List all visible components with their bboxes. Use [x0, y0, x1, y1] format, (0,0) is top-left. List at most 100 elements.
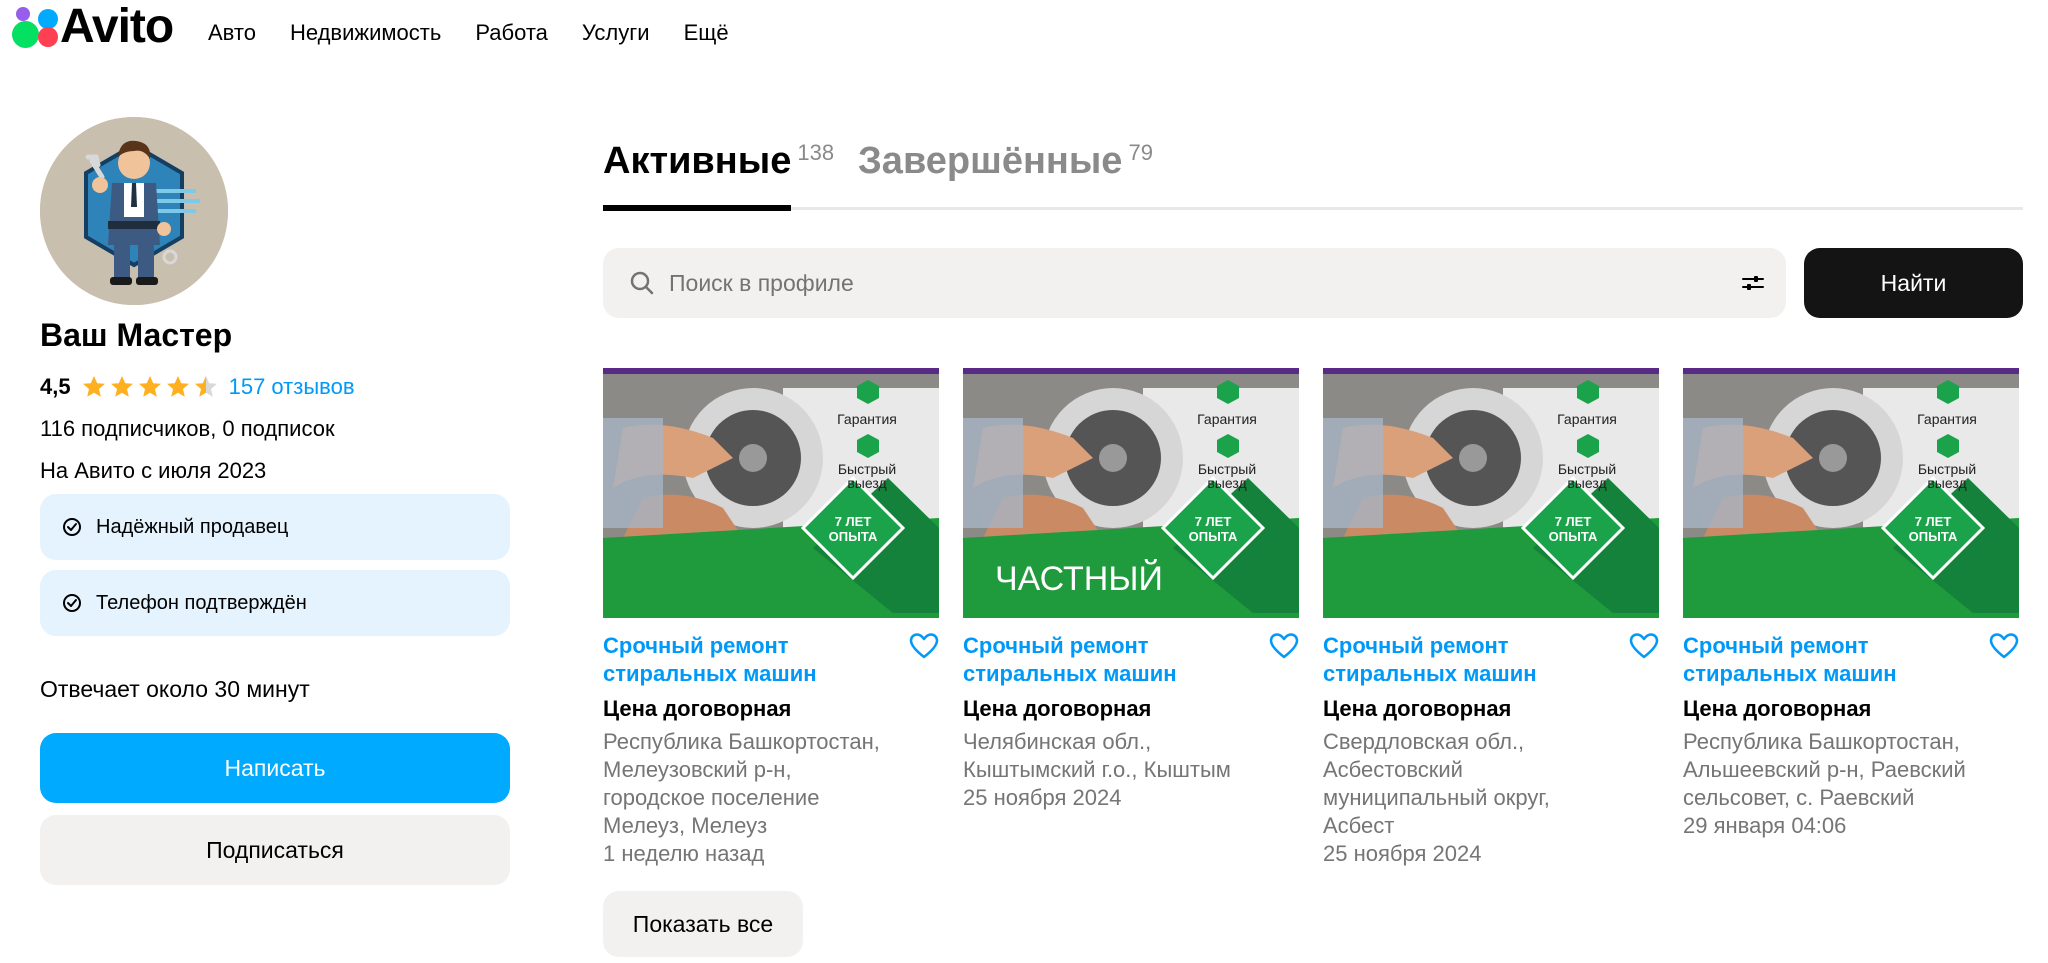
subscribe-button[interactable]: Подписаться — [40, 815, 510, 885]
image-text-years-1: 7 ЛЕТ — [1915, 514, 1952, 529]
logo-text: Avito — [60, 0, 174, 53]
tab-label: Активные — [603, 140, 792, 182]
listing-price: Цена договорная — [1323, 696, 1512, 721]
subscribers-count[interactable]: 116 подписчиков, 0 подписок — [40, 416, 510, 442]
image-text-guarantee: Гарантия — [1197, 411, 1257, 427]
nav-item-jobs[interactable]: Работа — [475, 20, 548, 46]
image-text-fast-2: выезд — [1567, 475, 1606, 491]
listing-address: Челябинская обл., Кыштымский г.о., Кыштым — [963, 728, 1299, 784]
listing-address: Свердловская обл., Асбестовский муниципаль… — [1323, 728, 1659, 840]
search-submit-button[interactable]: Найти — [1804, 248, 2023, 318]
nav-item-services[interactable]: Услуги — [582, 20, 650, 46]
listing-date: 29 января 04:06 — [1683, 813, 1847, 838]
image-text-years-2: ОПЫТА — [1549, 529, 1598, 544]
listing-card[interactable]: Гарантия Быстрый выезд 7 ЛЕТ ОПЫТА ЧАСТН… — [963, 368, 1299, 812]
search-icon — [630, 271, 654, 295]
show-all-button[interactable]: Показать все — [603, 891, 803, 957]
member-since: На Авито с июля 2023 — [40, 458, 267, 483]
listing-photo-image: Гарантия Быстрый выезд 7 ЛЕТ ОПЫТА ЧАСТН… — [603, 368, 939, 618]
listing-photo[interactable]: Гарантия Быстрый выезд 7 ЛЕТ ОПЫТА ЧАСТН… — [1683, 368, 2019, 618]
filter-sliders-icon[interactable] — [1741, 272, 1765, 294]
reviews-link[interactable]: 157 отзывов — [229, 374, 355, 400]
address-line: Челябинская обл., — [963, 729, 1152, 754]
tab-completed-listings[interactable]: Завершённые 79 — [858, 140, 1153, 183]
star-icon — [82, 376, 105, 397]
badge-label: Телефон подтверждён — [96, 591, 307, 614]
listing-title[interactable]: Срочный ремонт стиральных машин — [1683, 632, 1943, 688]
nav-item-auto[interactable]: Авто — [208, 20, 256, 46]
write-message-button[interactable]: Написать — [40, 733, 510, 803]
heart-icon[interactable] — [1989, 632, 2019, 660]
header: Avito Авто Недвижимость Работа Услуги Ещ… — [0, 0, 2048, 70]
profile-search-input[interactable] — [669, 248, 1689, 318]
tab-count: 79 — [1128, 140, 1153, 165]
listing-price: Цена договорная — [963, 696, 1152, 721]
listing-address: Республика Башкортостан, Альшеевский р-н,… — [1683, 728, 2019, 812]
listing-card[interactable]: Гарантия Быстрый выезд 7 ЛЕТ ОПЫТА ЧАСТН… — [1683, 368, 2019, 840]
profile-search-box — [603, 248, 1786, 318]
tab-active-listings[interactable]: Активные 138 — [603, 140, 834, 183]
image-text-private: ЧАСТНЫЙ — [995, 560, 1163, 598]
listing-price: Цена договорная — [603, 696, 792, 721]
listing-title[interactable]: Срочный ремонт стиральных машин — [1323, 632, 1583, 688]
badge-phone-verified[interactable]: Телефон подтверждён — [40, 570, 510, 636]
badge-reliable-seller[interactable]: Надёжный продавец — [40, 494, 510, 560]
tabs-divider — [603, 207, 2023, 210]
listing-photo[interactable]: Гарантия Быстрый выезд 7 ЛЕТ ОПЫТА ЧАСТН… — [963, 368, 1299, 618]
active-tab-indicator — [603, 205, 791, 211]
image-text-guarantee: Гарантия — [1557, 411, 1617, 427]
badge-label: Надёжный продавец — [96, 515, 289, 538]
seller-name: Ваш Мастер — [40, 317, 233, 353]
address-line: Асбест — [1323, 813, 1395, 838]
address-line: Республика Башкортостан, — [1683, 729, 1960, 754]
image-text-years-2: ОПЫТА — [1189, 529, 1238, 544]
address-line: муниципальный округ, — [1323, 785, 1550, 810]
nav-item-realty[interactable]: Недвижимость — [290, 20, 441, 46]
avatar[interactable] — [40, 117, 228, 305]
listing-photo-image: Гарантия Быстрый выезд 7 ЛЕТ ОПЫТА ЧАСТН… — [1323, 368, 1659, 618]
listing-photo[interactable]: Гарантия Быстрый выезд 7 ЛЕТ ОПЫТА ЧАСТН… — [1323, 368, 1659, 618]
image-text-years-2: ОПЫТА — [1909, 529, 1958, 544]
listing-date: 25 ноября 2024 — [963, 785, 1122, 810]
listing-photo-image: Гарантия Быстрый выезд 7 ЛЕТ ОПЫТА ЧАСТН… — [1683, 368, 2019, 618]
response-time: Отвечает около 30 минут — [40, 676, 310, 702]
nav-item-more[interactable]: Ещё — [684, 20, 729, 46]
image-text-years-2: ОПЫТА — [829, 529, 878, 544]
check-circle-icon — [63, 518, 81, 536]
address-line: Мелеуз, Мелеуз — [603, 813, 768, 838]
listing-photo-image: Гарантия Быстрый выезд 7 ЛЕТ ОПЫТА ЧАСТН… — [963, 368, 1299, 618]
rating-stars — [81, 374, 219, 400]
image-text-years-1: 7 ЛЕТ — [1555, 514, 1592, 529]
address-line: Республика Башкортостан, — [603, 729, 880, 754]
listing-tabs: Активные 138 Завершённые 79 — [603, 140, 2023, 210]
image-text-fast-2: выезд — [1927, 475, 1966, 491]
image-text-years-1: 7 ЛЕТ — [1195, 514, 1232, 529]
heart-icon[interactable] — [909, 632, 939, 660]
rating-value: 4,5 — [40, 374, 71, 399]
listing-photo[interactable]: Гарантия Быстрый выезд 7 ЛЕТ ОПЫТА ЧАСТН… — [603, 368, 939, 618]
heart-icon[interactable] — [1629, 632, 1659, 660]
heart-icon[interactable] — [1269, 632, 1299, 660]
listing-date: 25 ноября 2024 — [1323, 841, 1482, 866]
star-icon — [194, 376, 217, 397]
address-line: Свердловская обл., — [1323, 729, 1525, 754]
tab-count: 138 — [797, 140, 835, 165]
seller-sidebar: Ваш Мастер 4,5 157 отзывов 116 подписчик… — [40, 117, 510, 885]
address-line: Альшеевский р-н, Раевский — [1683, 757, 1966, 782]
check-circle-icon — [63, 594, 81, 612]
listing-address: Республика Башкортостан, Мелеузовский р-н… — [603, 728, 939, 840]
listing-title[interactable]: Срочный ремонт стиральных машин — [963, 632, 1223, 688]
star-icon — [166, 376, 189, 397]
tab-label: Завершённые — [858, 140, 1123, 182]
address-line: сельсовет, с. Раевский — [1683, 785, 1915, 810]
rating-row: 4,5 157 отзывов — [40, 374, 510, 400]
address-line: Асбестовский — [1323, 757, 1463, 782]
listing-title[interactable]: Срочный ремонт стиральных машин — [603, 632, 863, 688]
address-line: Мелеузовский р-н, — [603, 757, 792, 782]
listing-card[interactable]: Гарантия Быстрый выезд 7 ЛЕТ ОПЫТА ЧАСТН… — [1323, 368, 1659, 868]
image-text-fast-2: выезд — [847, 475, 886, 491]
listing-card[interactable]: Гарантия Быстрый выезд 7 ЛЕТ ОПЫТА ЧАСТН… — [603, 368, 939, 868]
logo-dots-icon — [10, 3, 58, 51]
avito-logo[interactable]: Avito — [10, 0, 174, 53]
listing-date: 1 неделю назад — [603, 841, 765, 866]
